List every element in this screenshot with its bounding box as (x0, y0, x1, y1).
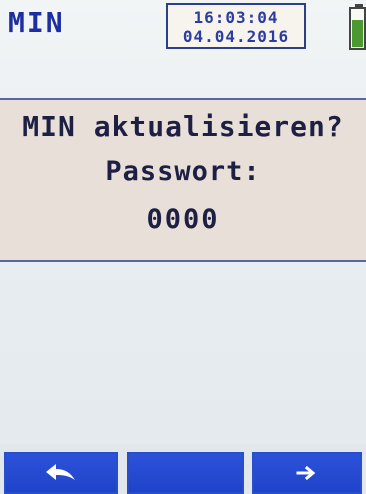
right-arrow-icon (296, 465, 316, 481)
back-arrow-icon (46, 464, 75, 480)
clock-date: 04.04.2016 (182, 27, 290, 46)
device-screen: MIN 16:03:04 04.04.2016 MIN aktualisiere… (0, 0, 366, 494)
clock-display: 16:03:04 04.04.2016 (166, 3, 306, 49)
dialog-question: MIN aktualisieren? (22, 110, 344, 143)
clock-time: 16:03:04 (193, 8, 279, 27)
softkey-bar (0, 444, 366, 494)
next-softkey-button[interactable] (252, 452, 362, 494)
page-title: MIN (8, 6, 65, 39)
confirmation-dialog: MIN aktualisieren? Passwort: 0000 (0, 98, 366, 262)
password-value[interactable]: 0000 (0, 204, 366, 235)
password-label: Passwort: (105, 156, 261, 187)
top-status-bar: MIN 16:03:04 04.04.2016 (0, 0, 366, 60)
back-softkey-button[interactable] (4, 452, 118, 494)
middle-softkey-button[interactable] (127, 452, 244, 494)
battery-level-fill (352, 19, 363, 47)
battery-icon (349, 7, 366, 50)
